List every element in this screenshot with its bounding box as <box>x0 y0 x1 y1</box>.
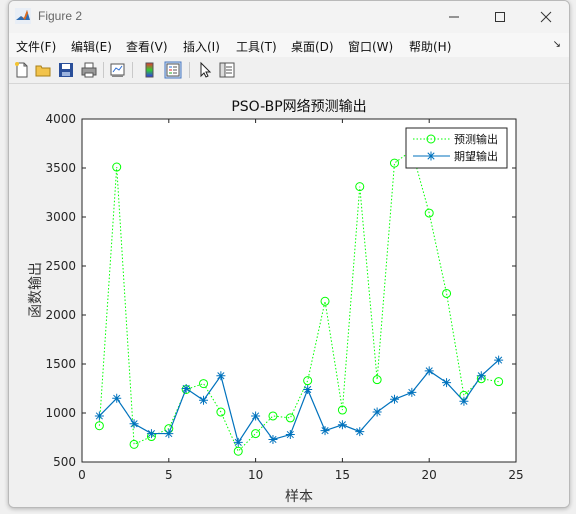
menu-view[interactable]: 查看(V) <box>126 38 168 55</box>
legend-asterisk <box>426 151 436 161</box>
maximize-icon <box>495 12 505 22</box>
data-point-asterisk <box>389 394 399 404</box>
data-point-asterisk <box>251 411 261 421</box>
toolbar-overflow-icon[interactable]: ↘ <box>553 39 561 50</box>
link-plot-icon[interactable] <box>109 61 127 79</box>
data-point-asterisk <box>320 426 330 436</box>
print-icon[interactable] <box>80 61 98 79</box>
x-tick-label: 5 <box>165 468 173 482</box>
x-tick-label: 15 <box>335 468 350 482</box>
figure-area: PSO-BP网络预测输出 样本 函数输出 0 5 10 15 20 25 500 1000 15… <box>9 84 569 507</box>
menu-help[interactable]: 帮助(H) <box>409 38 451 55</box>
property-editor-icon[interactable] <box>218 61 236 79</box>
title-bar[interactable]: Figure 2 <box>9 1 569 33</box>
close-icon <box>540 11 552 23</box>
data-point-asterisk <box>459 396 469 406</box>
data-point-asterisk <box>199 395 209 405</box>
menu-window[interactable]: 窗口(W) <box>348 38 393 55</box>
save-icon[interactable] <box>57 61 75 79</box>
figure-window: Figure 2 文件(F) 编辑(E) 查看(V) 插入(I) 工具(T) 桌… <box>8 0 570 508</box>
colorbar-icon[interactable] <box>141 61 159 79</box>
menu-insert[interactable]: 插入(I) <box>183 38 220 55</box>
data-point-asterisk <box>442 378 452 388</box>
y-tick-label: 4000 <box>45 112 76 126</box>
data-point-asterisk <box>94 411 104 421</box>
data-point-asterisk <box>268 434 278 444</box>
menu-bar: 文件(F) 编辑(E) 查看(V) 插入(I) 工具(T) 桌面(D) 窗口(W… <box>9 33 569 57</box>
new-figure-icon[interactable] <box>13 61 31 79</box>
toolbar-separator <box>132 62 133 78</box>
x-tick-label: 20 <box>422 468 437 482</box>
menu-tools[interactable]: 工具(T) <box>236 38 277 55</box>
x-tick-label: 10 <box>248 468 263 482</box>
data-point-asterisk <box>476 371 486 381</box>
toolbar <box>9 57 569 84</box>
data-point-asterisk <box>285 430 295 440</box>
chart-title: PSO-BP网络预测输出 <box>231 99 366 115</box>
data-point-asterisk <box>355 427 365 437</box>
x-axis-label: 样本 <box>285 489 313 505</box>
data-point-asterisk <box>112 393 122 403</box>
data-point-asterisk <box>303 384 313 394</box>
toolbar-separator <box>103 62 104 78</box>
close-button[interactable] <box>523 1 569 33</box>
chart[interactable]: PSO-BP网络预测输出 样本 函数输出 0 5 10 15 20 25 500 1000 15… <box>9 84 569 507</box>
data-point-asterisk <box>233 437 243 447</box>
window-title: Figure 2 <box>38 9 83 23</box>
data-point-asterisk <box>372 407 382 417</box>
toolbar-separator <box>189 62 190 78</box>
minimize-icon <box>449 16 459 18</box>
y-tick-label: 1500 <box>45 357 76 371</box>
menu-desktop[interactable]: 桌面(D) <box>291 38 334 55</box>
data-point-asterisk <box>216 371 226 381</box>
menu-edit[interactable]: 编辑(E) <box>71 38 112 55</box>
legend-marker-expected <box>426 151 436 161</box>
legend-icon[interactable] <box>164 61 182 79</box>
data-point-asterisk <box>181 384 191 393</box>
y-tick-label: 500 <box>53 455 76 469</box>
y-axis-label: 函数输出 <box>28 262 44 318</box>
data-point-asterisk <box>146 429 156 439</box>
menu-file[interactable]: 文件(F) <box>16 38 56 55</box>
open-file-icon[interactable] <box>34 61 52 79</box>
data-point-asterisk <box>164 429 174 439</box>
y-tick-label: 1000 <box>45 406 76 420</box>
legend[interactable]: 预测输出 期望输出 <box>405 127 508 169</box>
data-point-asterisk <box>494 355 504 365</box>
data-point-asterisk <box>424 366 434 376</box>
y-tick-label: 2000 <box>45 308 76 322</box>
y-tick-label: 2500 <box>45 259 76 273</box>
minimize-button[interactable] <box>431 1 477 33</box>
data-point-asterisk <box>129 419 139 429</box>
y-tick-label: 3500 <box>45 161 76 175</box>
x-tick-label: 25 <box>508 468 523 482</box>
data-point-asterisk <box>337 420 347 430</box>
data-point-asterisk <box>407 387 417 397</box>
y-tick-label: 3000 <box>45 210 76 224</box>
pointer-icon[interactable] <box>196 61 214 79</box>
legend-label-expected: 期望输出 <box>454 149 498 163</box>
matlab-icon <box>15 8 31 24</box>
maximize-button[interactable] <box>477 1 523 33</box>
legend-label-predicted: 预测输出 <box>454 132 498 146</box>
x-tick-label: 0 <box>78 468 86 482</box>
